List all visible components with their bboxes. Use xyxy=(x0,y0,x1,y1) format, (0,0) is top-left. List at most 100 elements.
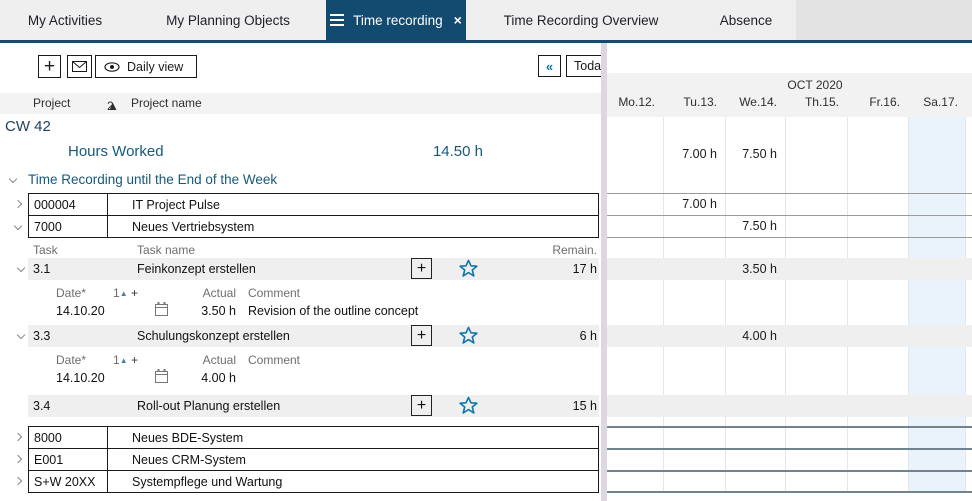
task-name-column-header[interactable]: Task name xyxy=(137,243,195,257)
project-day-cell[interactable]: 7.50 h xyxy=(725,215,785,237)
remaining-column-header[interactable]: Remain. xyxy=(540,243,597,257)
row-gridline xyxy=(607,426,972,428)
entry-sort-indicator[interactable]: 1▲ + xyxy=(113,286,138,300)
project-row-7000[interactable]: 7000 Neues Vertriebsystem xyxy=(28,215,599,238)
project-name: Neues BDE-System xyxy=(108,427,598,448)
collapse-icon[interactable] xyxy=(16,331,26,341)
tab-my-activities[interactable]: My Activities xyxy=(0,0,130,40)
day-header-th[interactable]: Th.15. xyxy=(785,95,847,109)
sort-asc-icon: ▲ xyxy=(120,289,128,298)
entry-sort-indicator[interactable]: 1▲ + xyxy=(113,353,138,367)
column-gridline xyxy=(785,117,786,492)
remaining-hours: 17 h xyxy=(540,258,597,280)
date-column-header[interactable]: Date* xyxy=(56,286,86,300)
previous-week-button[interactable]: « xyxy=(538,55,561,77)
task-row-3-1[interactable] xyxy=(28,258,599,280)
favorite-star-icon[interactable] xyxy=(459,326,478,345)
entry-actual-hours[interactable]: 4.00 h xyxy=(180,371,236,385)
expand-icon[interactable] xyxy=(13,455,23,465)
favorite-star-icon[interactable] xyxy=(459,396,478,415)
collapse-section-icon[interactable] xyxy=(8,175,18,185)
calendar-week-title: CW 42 xyxy=(5,118,51,135)
add-booking-button[interactable]: + xyxy=(411,395,432,416)
row-gridline xyxy=(607,193,972,194)
project-row-E001[interactable]: E001 Neues CRM-System xyxy=(28,448,599,471)
tab-time-recording[interactable]: Time recording × xyxy=(326,0,466,40)
tab-time-recording-overview[interactable]: Time Recording Overview xyxy=(466,0,696,40)
tab-time-recording-label: Time recording xyxy=(353,13,443,28)
comment-column-header[interactable]: Comment xyxy=(248,353,300,367)
section-title[interactable]: Time Recording until the End of the Week xyxy=(28,172,277,187)
task-day-cell[interactable]: 4.00 h xyxy=(725,325,785,347)
calendar-icon[interactable] xyxy=(155,369,168,383)
add-booking-button[interactable]: + xyxy=(411,258,432,279)
project-id: 000004 xyxy=(29,194,108,215)
tab-my-planning-objects[interactable]: My Planning Objects xyxy=(130,0,326,40)
row-gridline xyxy=(607,237,972,238)
entry-date[interactable]: 14.10.20 xyxy=(56,371,105,385)
menu-icon[interactable] xyxy=(330,14,344,27)
actual-column-header[interactable]: Actual xyxy=(180,286,236,300)
actual-column-header[interactable]: Actual xyxy=(180,353,236,367)
tab-bar-filler xyxy=(796,0,972,40)
view-mode-label: Daily view xyxy=(127,60,183,74)
entry-date[interactable]: 14.10.20 xyxy=(56,304,105,318)
entry-comment[interactable]: Revision of the outline concept xyxy=(248,304,418,318)
day-header-fr[interactable]: Fr.16. xyxy=(847,95,908,109)
day-header-sa[interactable]: Sa.17. xyxy=(908,95,965,109)
day-header-mo[interactable]: Mo.12. xyxy=(607,95,663,109)
task-row-3-4[interactable] xyxy=(28,395,599,417)
collapse-icon[interactable] xyxy=(16,264,26,274)
project-row-8000[interactable]: 8000 Neues BDE-System xyxy=(28,426,599,449)
calendar-icon[interactable] xyxy=(155,302,168,316)
favorite-star-icon[interactable] xyxy=(459,259,478,278)
eye-icon xyxy=(104,62,120,72)
add-button[interactable]: + xyxy=(38,55,61,78)
envelope-icon xyxy=(72,61,87,72)
project-row-SW20XX[interactable]: S+W 20XX Systempflege und Wartung xyxy=(28,470,599,493)
task-day-cell[interactable]: 3.50 h xyxy=(725,258,785,280)
column-gridline xyxy=(965,117,966,492)
project-column-header[interactable]: Project xyxy=(33,96,70,110)
entry-actual-hours[interactable]: 3.50 h xyxy=(180,304,236,318)
day-header-tu[interactable]: Tu.13. xyxy=(663,95,725,109)
project-table-header: Project 2▲ Project name xyxy=(0,93,601,114)
expand-icon[interactable] xyxy=(13,477,23,487)
task-column-header[interactable]: Task xyxy=(33,243,58,257)
view-mode-selector[interactable]: Daily view xyxy=(95,55,197,78)
comment-column-header[interactable]: Comment xyxy=(248,286,300,300)
main-area: + Daily view « Today Project 2▲ P xyxy=(0,43,972,501)
expand-icon[interactable] xyxy=(13,433,23,443)
collapse-icon[interactable] xyxy=(13,222,23,232)
row-gridline xyxy=(607,470,972,472)
task-name: Feinkonzept erstellen xyxy=(137,258,256,280)
today-button[interactable]: Today xyxy=(566,55,601,77)
project-row-000004[interactable]: 000004 IT Project Pulse xyxy=(28,193,599,216)
close-icon[interactable]: × xyxy=(454,12,462,28)
expand-icon[interactable] xyxy=(13,200,23,210)
hours-worked-total: 14.50 h xyxy=(380,143,483,160)
task-row-3-3[interactable] xyxy=(28,325,599,347)
task-name: Roll-out Planung erstellen xyxy=(137,395,280,417)
calendar-grid: OCT 2020 Mo.12. Tu.13. We.14. Th.15. Fr.… xyxy=(607,43,972,501)
sort-asc-icon: ▲ xyxy=(120,356,128,365)
project-id: 7000 xyxy=(29,216,108,237)
add-booking-button[interactable]: + xyxy=(411,325,432,346)
month-label: OCT 2020 xyxy=(667,78,963,92)
row-gridline xyxy=(607,448,972,450)
project-day-cell[interactable]: 7.00 h xyxy=(663,193,725,215)
project-name: Systempflege und Wartung xyxy=(108,471,598,492)
day-header-we[interactable]: We.14. xyxy=(725,95,785,109)
project-id: 8000 xyxy=(29,427,108,448)
task-id: 3.3 xyxy=(33,325,50,347)
mail-button[interactable] xyxy=(67,55,92,78)
column-gridline xyxy=(847,117,848,492)
project-name-column-header[interactable]: Project name xyxy=(131,96,202,110)
day-total-cell[interactable]: 7.50 h xyxy=(725,143,785,165)
project-id: S+W 20XX xyxy=(29,471,108,492)
day-total-cell[interactable]: 7.00 h xyxy=(663,143,725,165)
tab-bar: My Activities My Planning Objects Time r… xyxy=(0,0,972,40)
date-column-header[interactable]: Date* xyxy=(56,353,86,367)
tab-absence[interactable]: Absence xyxy=(696,0,796,40)
column-gridline xyxy=(663,117,664,492)
